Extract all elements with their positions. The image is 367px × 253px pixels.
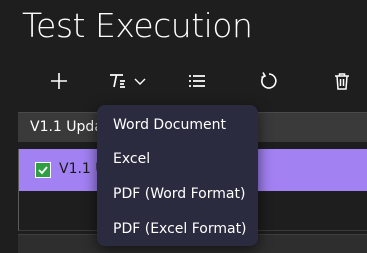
- list-button[interactable]: [182, 62, 212, 100]
- text-format-icon: [110, 74, 125, 88]
- add-button[interactable]: [44, 62, 74, 100]
- trash-icon: [335, 73, 349, 90]
- refresh-button[interactable]: [254, 62, 284, 100]
- refresh-icon: [261, 72, 277, 89]
- menu-item-pdf-excel-format[interactable]: PDF (Excel Format): [113, 221, 247, 237]
- menu-item-word-document[interactable]: Word Document: [113, 117, 226, 133]
- plus-icon: [51, 73, 67, 89]
- page-title: Test Execution: [22, 6, 253, 45]
- checkbox[interactable]: [35, 162, 51, 178]
- table-header-label: V1.1 Upda: [30, 119, 103, 135]
- export-format-button[interactable]: [104, 62, 150, 100]
- menu-item-excel[interactable]: Excel: [113, 151, 150, 167]
- delete-button[interactable]: [327, 62, 357, 100]
- list-icon: [189, 75, 205, 87]
- menu-item-pdf-word-format[interactable]: PDF (Word Format): [113, 186, 245, 202]
- chevron-down-icon: [134, 78, 146, 85]
- checkmark-icon: [38, 166, 48, 175]
- export-menu: Word Document Excel PDF (Word Format) PD…: [97, 105, 258, 246]
